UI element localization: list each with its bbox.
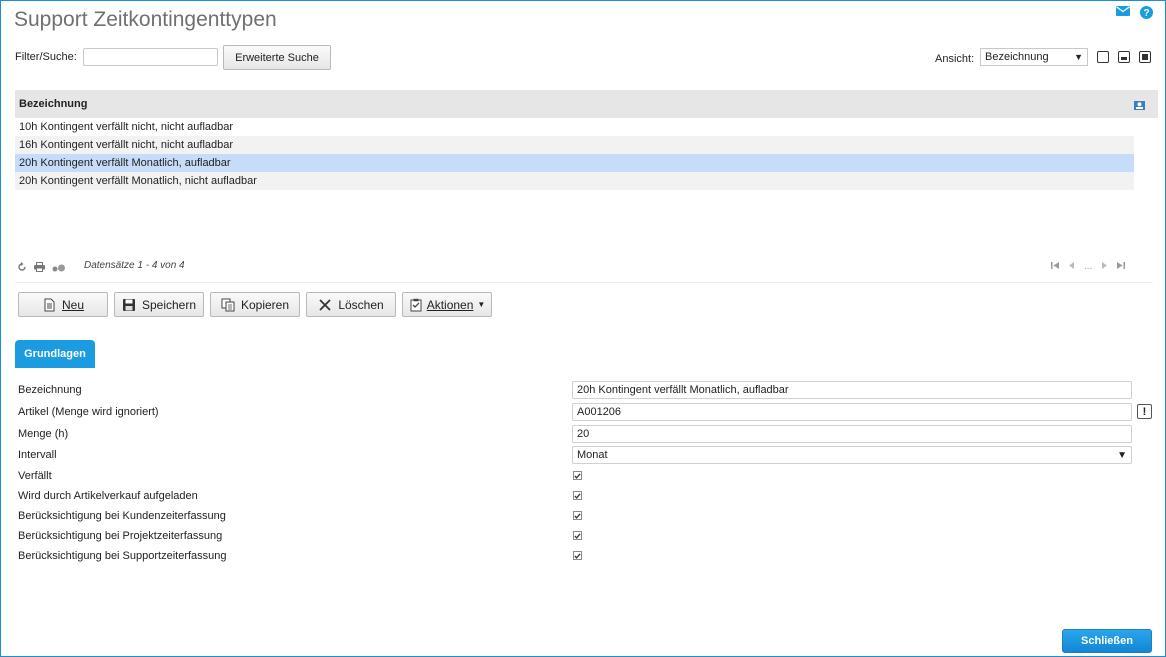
chevron-down-icon: ▼ xyxy=(1074,52,1083,62)
save-button-label: Speichern xyxy=(141,297,197,312)
bezeichnung-label: Bezeichnung xyxy=(18,384,82,396)
copy-button-label: Kopieren xyxy=(240,297,290,312)
app-window: Support Zeitkontingenttypen ? Filter/Suc… xyxy=(0,0,1166,657)
filter-label: Filter/Suche: xyxy=(15,51,77,63)
copy-icon xyxy=(221,298,235,312)
artikel-field[interactable] xyxy=(572,403,1132,421)
pager-ellipsis: ... xyxy=(1084,261,1093,272)
next-page-icon[interactable] xyxy=(1102,261,1108,272)
prev-page-icon[interactable] xyxy=(1069,261,1074,272)
view-mode-detail-button[interactable] xyxy=(1139,51,1151,63)
table-row-selected[interactable]: 20h Kontingent verfällt Monatlich, aufla… xyxy=(15,154,1134,172)
filter-input[interactable] xyxy=(83,48,218,66)
chevron-down-icon: ▼ xyxy=(1117,449,1127,461)
first-page-icon[interactable] xyxy=(1051,261,1059,272)
caret-down-icon: ▼ xyxy=(477,300,486,309)
supportzeiterfassung-checkbox[interactable] xyxy=(573,551,582,560)
delete-button-label: Löschen xyxy=(338,297,384,312)
verfaellt-label: Verfällt xyxy=(18,470,52,482)
new-doc-icon xyxy=(42,298,56,312)
column-settings-icon[interactable] xyxy=(1134,99,1145,110)
advanced-search-button[interactable]: Erweiterte Suche xyxy=(223,45,331,70)
actions-icon xyxy=(409,298,423,312)
save-button[interactable]: Speichern xyxy=(114,292,204,317)
aufgeladen-checkbox[interactable] xyxy=(573,491,582,500)
top-icons: ? xyxy=(1116,6,1153,19)
actions-button-label: Aktionen xyxy=(426,297,474,312)
projektzeiterfassung-label: Berücksichtigung bei Projektzeiterfassun… xyxy=(18,530,223,542)
tab-grundlagen[interactable]: Grundlagen xyxy=(15,340,95,368)
last-page-icon[interactable] xyxy=(1117,261,1126,272)
bezeichnung-field[interactable] xyxy=(572,381,1132,399)
new-button-label: Neu xyxy=(61,297,84,312)
refresh-icon[interactable] xyxy=(17,261,27,275)
delete-button[interactable]: Löschen xyxy=(306,292,396,317)
view-label: Ansicht: xyxy=(935,53,975,65)
intervall-label: Intervall xyxy=(18,449,57,461)
save-icon xyxy=(122,298,136,312)
grid-header: Bezeichnung xyxy=(15,90,1158,118)
close-button[interactable]: Schließen xyxy=(1062,629,1152,653)
print-icon[interactable] xyxy=(34,261,45,275)
delete-icon xyxy=(318,298,332,312)
menge-label: Menge (h) xyxy=(18,428,69,440)
records-info: Datensätze 1 - 4 von 4 xyxy=(84,260,185,271)
settings-icon[interactable] xyxy=(52,261,66,275)
table-row[interactable]: 20h Kontingent verfällt Monatlich, nicht… xyxy=(15,172,1134,190)
view-select[interactable]: Bezeichnung ▼ xyxy=(980,48,1088,66)
help-icon[interactable]: ? xyxy=(1140,6,1153,19)
copy-button[interactable]: Kopieren xyxy=(210,292,300,317)
view-select-value: Bezeichnung xyxy=(985,51,1049,63)
verfaellt-checkbox[interactable] xyxy=(573,471,582,480)
pager: ... xyxy=(1051,261,1126,272)
grid-footer-icons xyxy=(17,261,66,275)
menge-field[interactable] xyxy=(572,425,1132,443)
grid-column-header[interactable]: Bezeichnung xyxy=(19,98,87,110)
table-row[interactable]: 10h Kontingent verfällt nicht, nicht auf… xyxy=(15,118,1134,136)
aufgeladen-label: Wird durch Artikelverkauf aufgeladen xyxy=(18,490,198,502)
svg-text:?: ? xyxy=(1143,8,1149,19)
view-mode-list-button[interactable] xyxy=(1097,51,1109,63)
new-button[interactable]: Neu xyxy=(18,292,108,317)
mail-icon[interactable] xyxy=(1116,6,1130,19)
artikel-label: Artikel (Menge wird ignoriert) xyxy=(18,406,159,418)
intervall-select[interactable]: Monat ▼ xyxy=(572,446,1132,464)
view-mode-split-button[interactable] xyxy=(1118,51,1130,63)
table-row[interactable]: 16h Kontingent verfällt nicht, nicht auf… xyxy=(15,136,1134,154)
page-title: Support Zeitkontingenttypen xyxy=(14,8,277,31)
divider xyxy=(15,282,1153,283)
projektzeiterfassung-checkbox[interactable] xyxy=(573,531,582,540)
artikel-lookup-button[interactable]: ! xyxy=(1137,404,1152,419)
supportzeiterfassung-label: Berücksichtigung bei Supportzeiterfassun… xyxy=(18,550,227,562)
kundenzeiterfassung-label: Berücksichtigung bei Kundenzeiterfassung xyxy=(18,510,226,522)
actions-menu-button[interactable]: Aktionen ▼ xyxy=(402,292,492,317)
intervall-select-value: Monat xyxy=(577,449,608,461)
kundenzeiterfassung-checkbox[interactable] xyxy=(573,511,582,520)
